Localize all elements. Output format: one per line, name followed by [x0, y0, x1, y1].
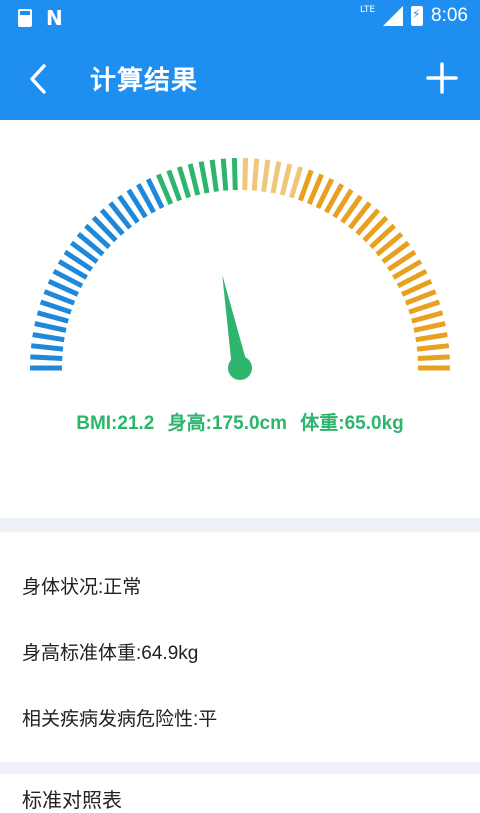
status-bar: N LTE 8:06 — [0, 0, 480, 36]
disease-risk-text: 相关疾病发病危险性:平 — [22, 709, 218, 730]
gauge-tick — [166, 169, 182, 202]
gauge-tick — [220, 158, 229, 191]
standard-weight-text: 身高标准体重:64.9kg — [22, 643, 199, 664]
gauge-tick — [408, 299, 441, 315]
gauge-tick — [231, 158, 238, 191]
gauge-tick — [298, 169, 314, 202]
section-divider-2 — [0, 762, 480, 774]
bmi-gauge: BMI:21.2 身高:175.0cm 体重:65.0kg — [0, 120, 480, 520]
reference-table-heading[interactable]: 标准对照表 — [22, 784, 122, 813]
back-arrow-icon[interactable] — [24, 62, 54, 96]
gauge-tick — [416, 343, 450, 352]
result-info: 身体状况:正常 身高标准体重:64.9kg 相关疾病发病危险性:平 — [0, 532, 480, 762]
height-value: 身高:175.0cm — [167, 413, 287, 434]
gauge-tick — [30, 343, 64, 352]
gauge-dial — [30, 158, 450, 380]
clock: 8:06 — [431, 5, 468, 26]
gauge-tick — [413, 321, 446, 333]
gauge-tick — [198, 161, 210, 194]
gauge-tick — [417, 354, 450, 362]
bmi-value: BMI:21.2 — [76, 413, 155, 434]
gauge-tick — [279, 163, 293, 196]
battery-charging-icon — [411, 6, 424, 26]
gauge-tick — [242, 158, 249, 191]
sd-card-icon — [18, 9, 32, 27]
weight-value: 体重:65.0kg — [300, 413, 404, 434]
gauge-tick — [187, 163, 201, 196]
gauge-tick — [36, 310, 69, 324]
gauge-tick — [411, 310, 444, 324]
body-condition-text: 身体状况:正常 — [22, 577, 142, 598]
gauge-needle — [222, 274, 248, 370]
add-icon[interactable] — [424, 60, 460, 96]
gauge-tick — [209, 159, 219, 192]
gauge-tick — [32, 332, 65, 343]
gauge-tick — [288, 166, 304, 199]
gauge-tick — [270, 161, 282, 194]
gauge-needle-hub — [228, 356, 252, 380]
section-divider — [0, 518, 480, 532]
gauge-tick — [176, 166, 192, 199]
gauge-tick — [39, 299, 72, 315]
gauge-tick — [251, 158, 260, 191]
page-title: 计算结果 — [90, 66, 199, 96]
gauge-tick — [30, 354, 63, 362]
app-bar: 计算结果 — [0, 36, 480, 120]
network-type: LTE — [360, 5, 376, 15]
signal-icon — [383, 6, 404, 26]
gauge-tick — [34, 321, 67, 333]
gauge-tick — [415, 332, 448, 343]
gauge-tick — [261, 159, 271, 192]
fade-overlay — [220, 694, 280, 734]
n-notification-icon: N — [46, 6, 63, 30]
measurement-readout: BMI:21.2 身高:175.0cm 体重:65.0kg — [0, 408, 480, 435]
